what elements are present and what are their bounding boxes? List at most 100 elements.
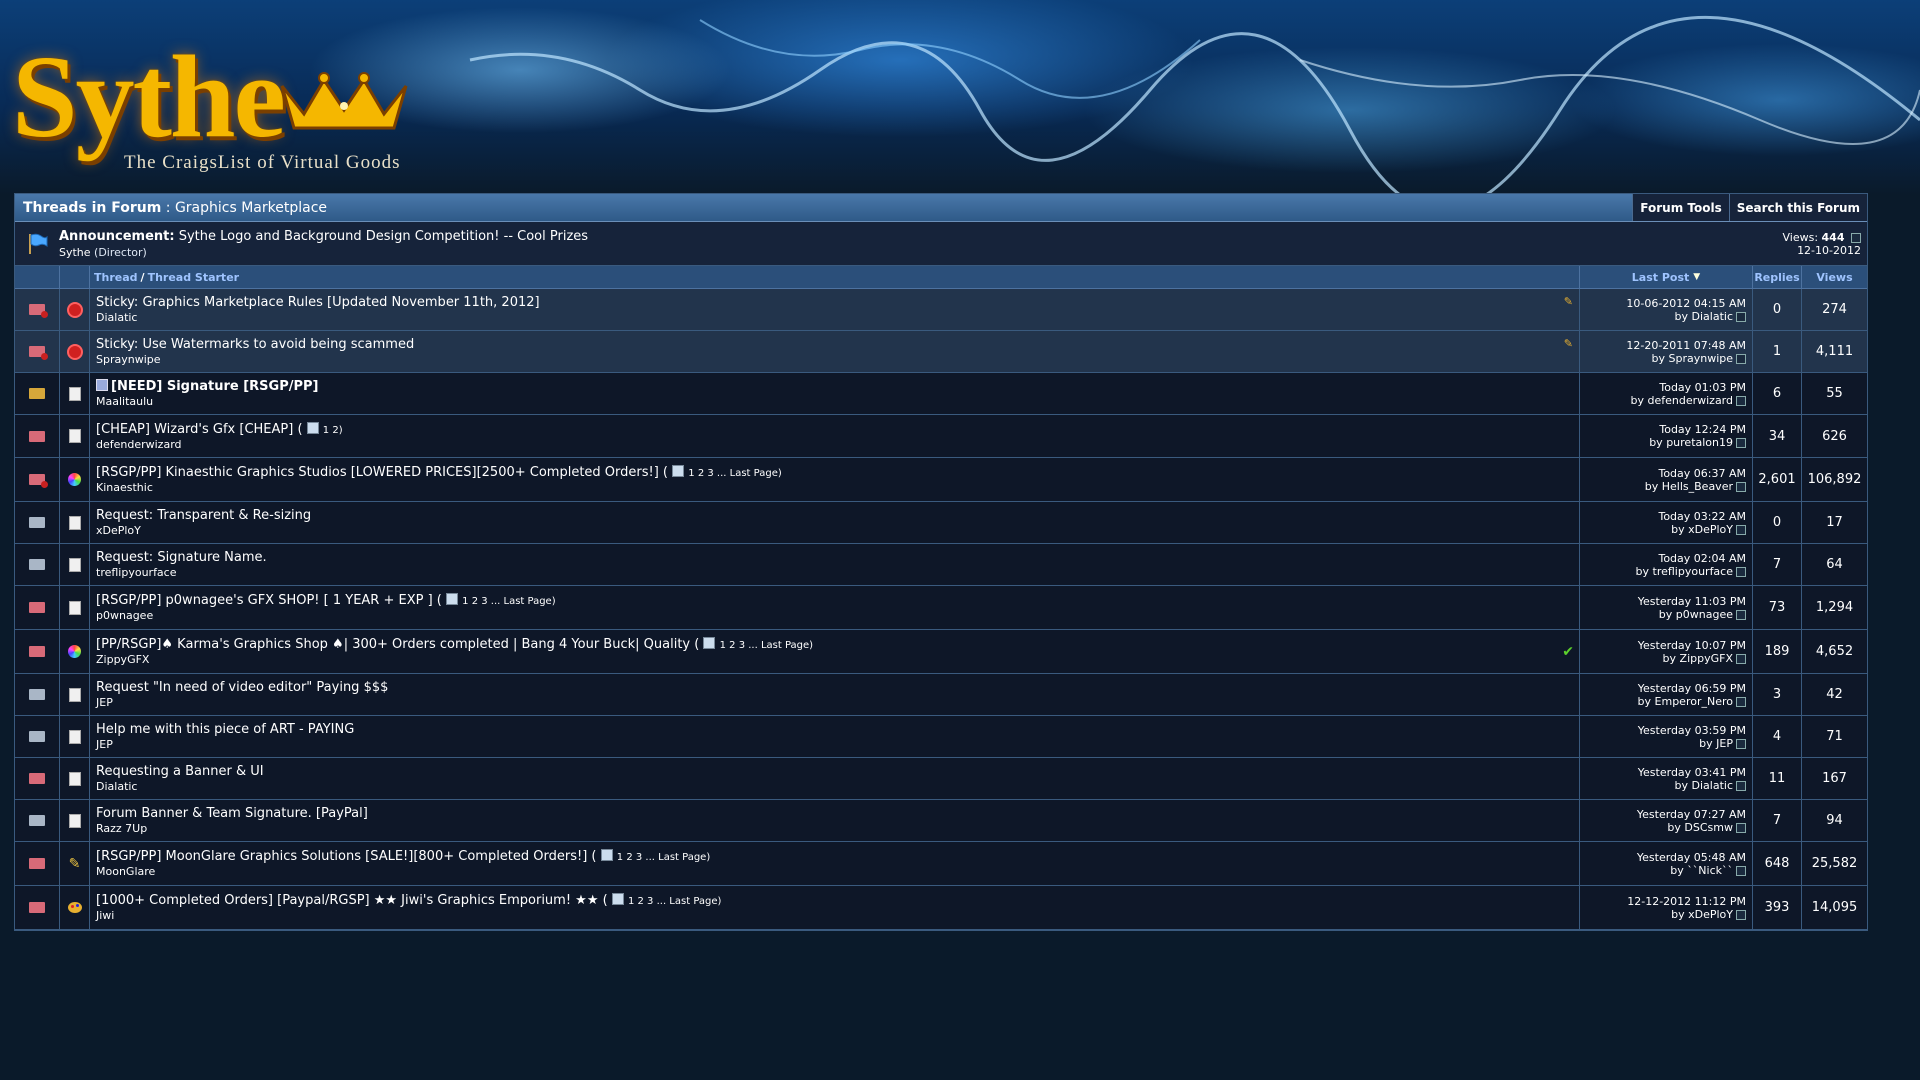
by-label: by bbox=[1674, 778, 1689, 792]
thread-status-icon bbox=[29, 646, 45, 657]
thread-starter[interactable]: ZippyGFX bbox=[96, 653, 149, 666]
thread-pages[interactable]: 1 2 3 ... Last Page) bbox=[628, 896, 721, 907]
thread-starter[interactable]: xDePloY bbox=[96, 524, 141, 537]
last-post-cell: Today 03:22 AM by xDePloY bbox=[1580, 502, 1753, 543]
thread-starter[interactable]: Spraynwipe bbox=[96, 353, 161, 366]
thread-title-link[interactable]: Forum Banner & Team Signature. [PayPal] bbox=[96, 806, 368, 821]
last-post-author[interactable]: ``Nick`` bbox=[1687, 864, 1733, 877]
thread-title-link[interactable]: Graphics Marketplace Rules [Updated Nove… bbox=[142, 295, 539, 310]
last-post-date: Today 06:37 AM bbox=[1658, 466, 1746, 480]
thread-status-cell bbox=[15, 758, 60, 799]
thread-title-link[interactable]: Help me with this piece of ART - PAYING bbox=[96, 722, 354, 737]
thread-starter[interactable]: Razz 7Up bbox=[96, 822, 147, 835]
announcement-author-role: (Director) bbox=[94, 245, 147, 259]
thread-starter[interactable]: Jiwi bbox=[96, 909, 114, 922]
thread-pages[interactable]: 1 2 3 ... Last Page) bbox=[688, 468, 781, 479]
go-to-last-post-icon[interactable] bbox=[1736, 609, 1746, 620]
by-label: by bbox=[1671, 907, 1685, 921]
last-post-author[interactable]: Hells_Beaver bbox=[1662, 480, 1733, 493]
thread-title-link[interactable]: Request "In need of video editor" Paying… bbox=[96, 680, 388, 695]
go-to-last-post-icon[interactable] bbox=[1736, 738, 1746, 749]
thread-row: [CHEAP] Wizard's Gfx [CHEAP] ( 1 2) defen… bbox=[15, 415, 1867, 458]
thread-starter[interactable]: Dialatic bbox=[96, 780, 137, 793]
search-forum-button[interactable]: Search this Forum bbox=[1728, 194, 1867, 221]
go-to-last-post-icon[interactable] bbox=[1736, 438, 1746, 448]
forum-tools-button[interactable]: Forum Tools bbox=[1632, 194, 1729, 221]
thread-title-link[interactable]: [PP/RSGP]♠ Karma's Graphics Shop ♠| 300+… bbox=[96, 637, 699, 652]
thread-starter[interactable]: Dialatic bbox=[96, 311, 137, 324]
thread-title-link[interactable]: [CHEAP] Wizard's Gfx [CHEAP] ( bbox=[96, 422, 303, 437]
thread-title-link[interactable]: Requesting a Banner & UI bbox=[96, 764, 264, 779]
go-to-last-post-icon[interactable] bbox=[1736, 566, 1746, 577]
thread-status-icon bbox=[29, 388, 45, 399]
thread-status-icon bbox=[29, 815, 45, 826]
column-icon bbox=[60, 266, 90, 288]
go-to-last-post-icon[interactable] bbox=[1736, 696, 1746, 707]
last-post-author[interactable]: xDePloY bbox=[1688, 908, 1733, 921]
sort-by-replies-link[interactable]: Replies bbox=[1754, 271, 1799, 284]
last-post-author[interactable]: puretalon19 bbox=[1666, 436, 1733, 449]
last-post-author[interactable]: defenderwizard bbox=[1647, 394, 1733, 407]
go-to-last-post-icon[interactable] bbox=[1736, 353, 1746, 364]
last-post-author[interactable]: p0wnagee bbox=[1676, 608, 1733, 621]
last-post-author[interactable]: ZippyGFX bbox=[1680, 652, 1733, 665]
thread-icon-cell bbox=[60, 716, 90, 757]
last-post-author[interactable]: Dialatic bbox=[1692, 310, 1733, 323]
thread-starter[interactable]: MoonGlare bbox=[96, 865, 155, 878]
last-post-author[interactable]: Dialatic bbox=[1692, 779, 1733, 792]
thread-pages[interactable]: 1 2 3 ... Last Page) bbox=[617, 852, 710, 863]
last-post-author[interactable]: treflipyourface bbox=[1653, 565, 1734, 578]
go-to-post-icon[interactable] bbox=[1851, 232, 1861, 243]
go-to-last-post-icon[interactable] bbox=[1736, 311, 1746, 322]
announcement-author[interactable]: Sythe bbox=[59, 246, 91, 259]
views-count: 55 bbox=[1826, 386, 1843, 401]
go-to-last-post-icon[interactable] bbox=[1736, 524, 1746, 535]
last-post-author[interactable]: xDePloY bbox=[1688, 523, 1733, 536]
thread-icon-cell bbox=[60, 458, 90, 501]
thread-title-link[interactable]: Use Watermarks to avoid being scammed bbox=[142, 337, 414, 352]
thread-pages[interactable]: 1 2) bbox=[323, 425, 343, 436]
go-to-last-post-icon[interactable] bbox=[1736, 909, 1746, 920]
thread-title-link[interactable]: Request: Signature Name. bbox=[96, 550, 267, 565]
thread-prefix: Sticky: bbox=[96, 295, 139, 310]
thread-starter[interactable]: JEP bbox=[96, 738, 113, 751]
last-post-author[interactable]: DSCsmw bbox=[1684, 821, 1733, 834]
thread-title-link[interactable]: [NEED] Signature [RSGP/PP] bbox=[111, 379, 318, 394]
thread-status-icon bbox=[29, 902, 45, 913]
last-post-author[interactable]: Spraynwipe bbox=[1668, 352, 1733, 365]
thread-starter[interactable]: Maalitaulu bbox=[96, 395, 153, 408]
go-to-last-post-icon[interactable] bbox=[1736, 395, 1746, 406]
thread-starter[interactable]: Kinaesthic bbox=[96, 481, 153, 494]
thread-title-link[interactable]: [1000+ Completed Orders] [Paypal/RGSP] ★… bbox=[96, 893, 608, 908]
colorwheel-icon bbox=[68, 645, 81, 658]
sort-by-starter-link[interactable]: Thread Starter bbox=[148, 271, 240, 284]
last-post-author[interactable]: Emperor_Nero bbox=[1655, 695, 1733, 708]
site-logo[interactable]: Sythe The CraigsList of Virtual Goods bbox=[12, 38, 482, 178]
last-post-author[interactable]: JEP bbox=[1716, 737, 1733, 750]
announcement-title-link[interactable]: Sythe Logo and Background Design Competi… bbox=[179, 229, 588, 244]
go-to-last-post-icon[interactable] bbox=[1736, 865, 1746, 876]
sort-desc-icon: ▼ bbox=[1693, 272, 1701, 282]
thread-starter[interactable]: treflipyourface bbox=[96, 566, 177, 579]
thread-starter[interactable]: p0wnagee bbox=[96, 609, 153, 622]
colorwheel-icon bbox=[68, 473, 81, 486]
sort-by-thread-link[interactable]: Thread bbox=[94, 271, 138, 284]
thread-row: Request "In need of video editor" Paying… bbox=[15, 674, 1867, 716]
thread-title-link[interactable]: Request: Transparent & Re-sizing bbox=[96, 508, 311, 523]
thread-status-icon bbox=[29, 304, 48, 318]
go-to-last-post-icon[interactable] bbox=[1736, 822, 1746, 833]
go-to-last-post-icon[interactable] bbox=[1736, 653, 1746, 664]
thread-title-link[interactable]: [RSGP/PP] p0wnagee's GFX SHOP! [ 1 YEAR … bbox=[96, 593, 442, 608]
sort-by-last-post-link[interactable]: Last Post bbox=[1632, 271, 1690, 284]
thread-title-link[interactable]: [RSGP/PP] Kinaesthic Graphics Studios [L… bbox=[96, 465, 668, 480]
thread-starter[interactable]: JEP bbox=[96, 696, 113, 709]
thread-title-link[interactable]: [RSGP/PP] MoonGlare Graphics Solutions [… bbox=[96, 849, 597, 864]
sort-by-views-link[interactable]: Views bbox=[1816, 271, 1852, 284]
thread-pages[interactable]: 1 2 3 ... Last Page) bbox=[720, 640, 813, 651]
go-to-last-post-icon[interactable] bbox=[1736, 481, 1746, 492]
thread-status-icon bbox=[29, 731, 45, 742]
go-to-last-post-icon[interactable] bbox=[1736, 780, 1746, 791]
thread-pages[interactable]: 1 2 3 ... Last Page) bbox=[462, 596, 555, 607]
thread-icon-cell bbox=[60, 800, 90, 841]
thread-starter[interactable]: defenderwizard bbox=[96, 438, 182, 451]
